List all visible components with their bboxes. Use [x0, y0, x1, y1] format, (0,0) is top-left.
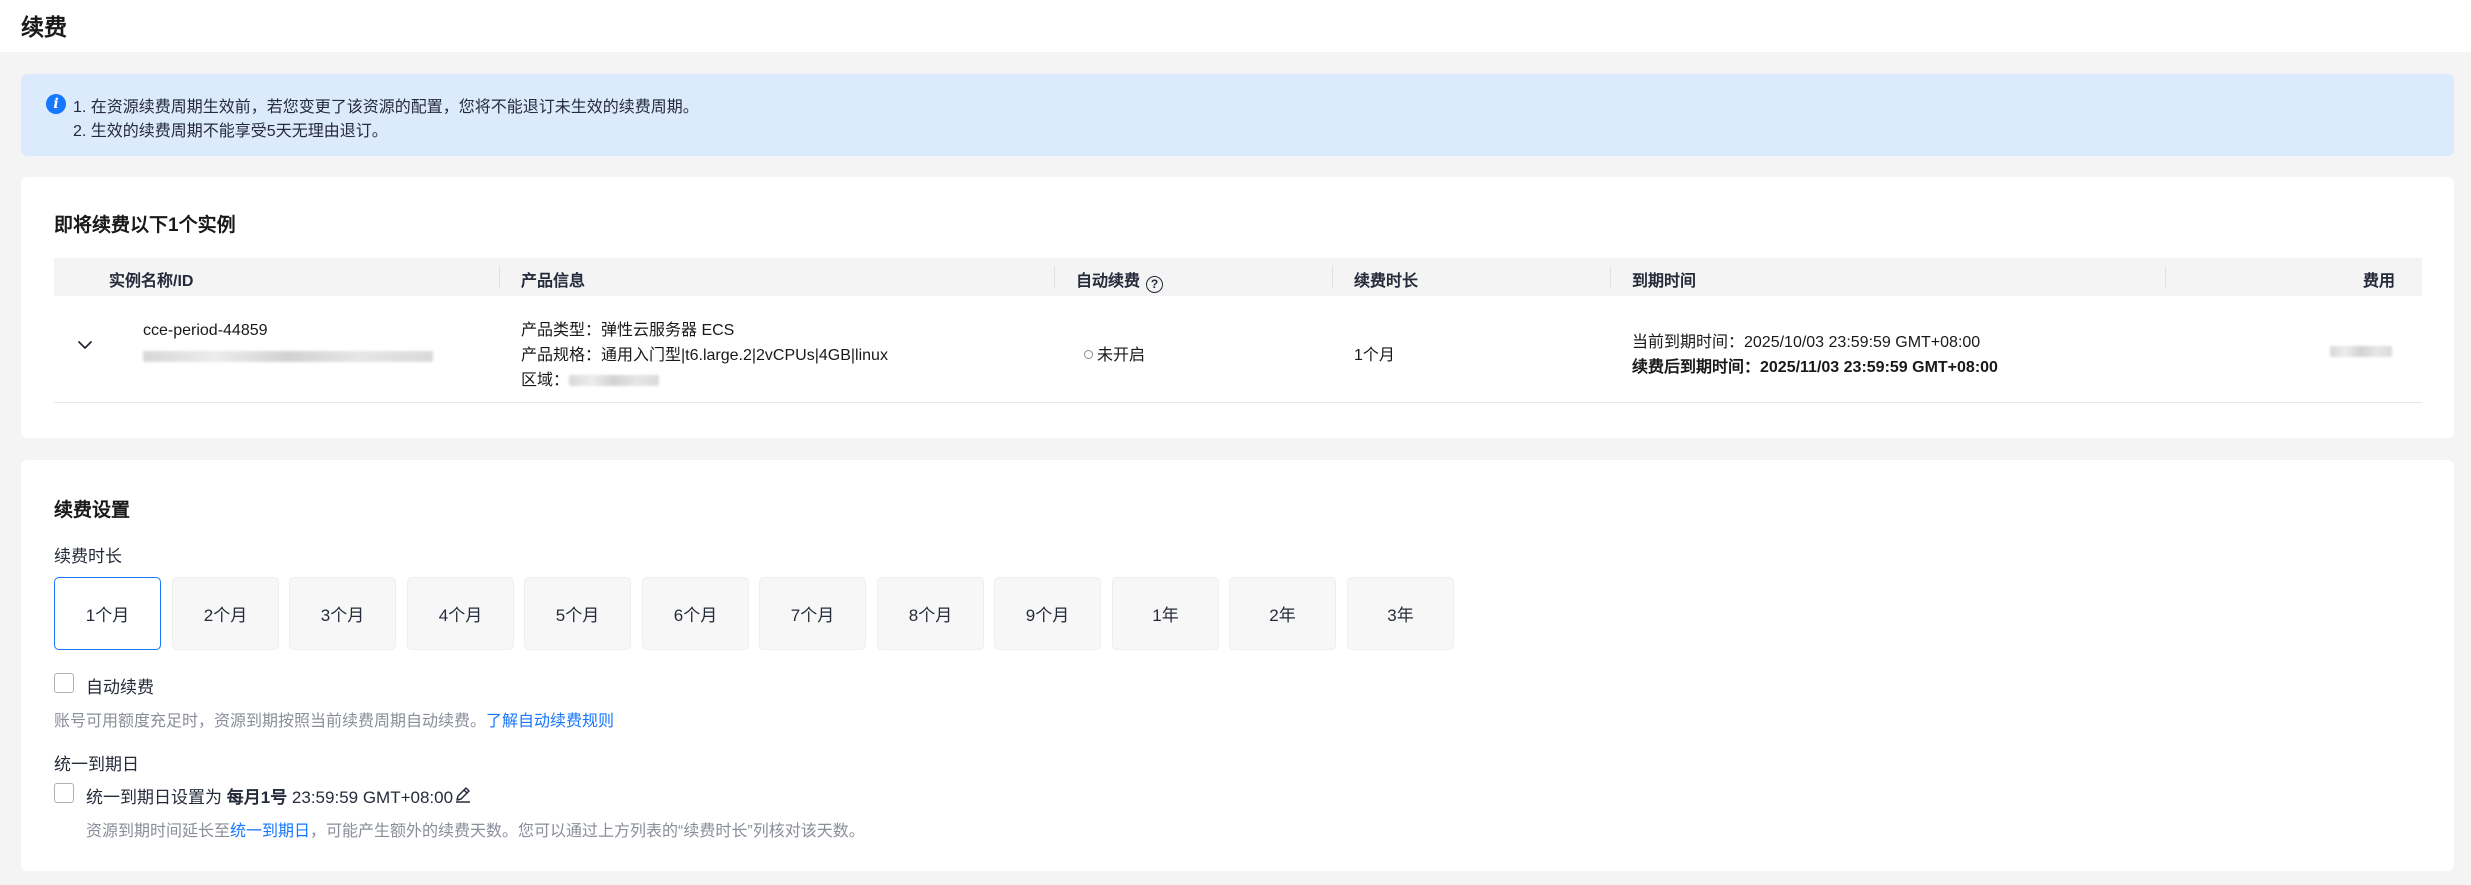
duration-option[interactable]: 6个月 [642, 577, 749, 650]
unified-expiry-link[interactable]: 统一到期日 [230, 823, 310, 840]
duration-option[interactable]: 1个月 [54, 577, 161, 650]
product-type: 产品类型：弹性云服务器 ECS [521, 322, 735, 339]
region-redacted [569, 375, 660, 387]
unified-expiry-setting: 统一到期日设置为 每月1号 23:59:59 GMT+08:00 [86, 788, 454, 807]
column-divider [499, 266, 500, 288]
duration-option[interactable]: 7个月 [759, 577, 866, 650]
duration-label: 续费时长 [54, 547, 122, 566]
instances-section-title: 即将续费以下1个实例 [54, 215, 236, 236]
duration-option[interactable]: 9个月 [994, 577, 1101, 650]
column-header-auto-renew: 自动续费? [1076, 267, 1164, 293]
page-title: 续费 [21, 14, 67, 40]
duration-option[interactable]: 1年 [1112, 577, 1219, 650]
column-divider [1332, 266, 1333, 288]
duration-option[interactable]: 8个月 [877, 577, 984, 650]
duration-option[interactable]: 2年 [1229, 577, 1336, 650]
unified-expiry-label: 统一到期日 [54, 755, 139, 774]
column-header-duration: 续费时长 [1354, 273, 1419, 290]
chevron-down-icon[interactable] [76, 336, 94, 354]
column-header-fee: 费用 [2362, 273, 2395, 290]
column-header-expire: 到期时间 [1632, 273, 1697, 290]
auto-renew-hint: 账号可用额度充足时，资源到期按照当前续费周期自动续费。了解自动续费规则 [54, 713, 615, 730]
duration-option[interactable]: 4个月 [407, 577, 514, 650]
notice-line-1: 1. 在资源续费周期生效前，若您变更了该资源的配置，您将不能退订未生效的续费周期… [73, 99, 699, 116]
help-icon[interactable]: ? [1146, 276, 1164, 293]
status-dot-icon [1084, 350, 1093, 359]
column-divider [1610, 266, 1611, 288]
auto-renew-label: 自动续费 [86, 678, 154, 697]
instance-name: cce-period-44859 [143, 322, 268, 339]
notice-line-2: 2. 生效的续费周期不能享受5天无理由退订。 [73, 123, 388, 140]
product-region: 区域： [521, 366, 660, 390]
unified-expiry-hint: 资源到期时间延长至统一到期日，可能产生额外的续费天数。您可以通过上方列表的“续费… [86, 823, 865, 840]
column-divider [1054, 266, 1055, 288]
instances-card: 即将续费以下1个实例 实例名称/ID 产品信息 自动续费? 续费时长 到期时间 … [21, 177, 2454, 438]
duration-option[interactable]: 3个月 [289, 577, 396, 650]
column-divider [2165, 266, 2166, 288]
auto-renew-checkbox[interactable] [54, 673, 74, 693]
settings-section-title: 续费设置 [54, 500, 131, 521]
row-duration: 1个月 [1354, 347, 1395, 364]
unified-day: 每月1号 [226, 788, 288, 807]
column-header-name: 实例名称/ID [109, 273, 194, 290]
new-expire-time: 续费后到期时间：2025/11/03 23:59:59 GMT+08:00 [1632, 359, 1998, 376]
notice-banner: i 1. 在资源续费周期生效前，若您变更了该资源的配置，您将不能退订未生效的续费… [21, 74, 2454, 156]
instance-id-redacted [143, 348, 433, 366]
current-expire-time: 当前到期时间：2025/10/03 23:59:59 GMT+08:00 [1632, 334, 1981, 351]
auto-renew-rules-link[interactable]: 了解自动续费规则 [486, 713, 614, 730]
duration-option[interactable]: 5个月 [524, 577, 631, 650]
duration-option[interactable]: 2个月 [172, 577, 279, 650]
auto-renew-status: 未开启 [1084, 341, 1145, 365]
info-icon: i [46, 94, 66, 114]
page-header: 续费 [0, 0, 2471, 52]
column-header-product: 产品信息 [521, 273, 586, 290]
table-row: cce-period-44859 产品类型：弹性云服务器 ECS 产品规格：通用… [54, 296, 2422, 403]
renewal-settings-card: 续费设置 续费时长 1个月 2个月 3个月 4个月 5个月 6个月 7个月 8个… [21, 460, 2454, 871]
product-spec: 产品规格：通用入门型|t6.large.2|2vCPUs|4GB|linux [521, 347, 888, 364]
edit-icon[interactable] [453, 784, 473, 804]
fee-redacted [2330, 343, 2392, 361]
unified-expiry-checkbox[interactable] [54, 783, 74, 803]
table-header: 实例名称/ID 产品信息 自动续费? 续费时长 到期时间 费用 [54, 258, 2422, 296]
duration-option[interactable]: 3年 [1347, 577, 1454, 650]
